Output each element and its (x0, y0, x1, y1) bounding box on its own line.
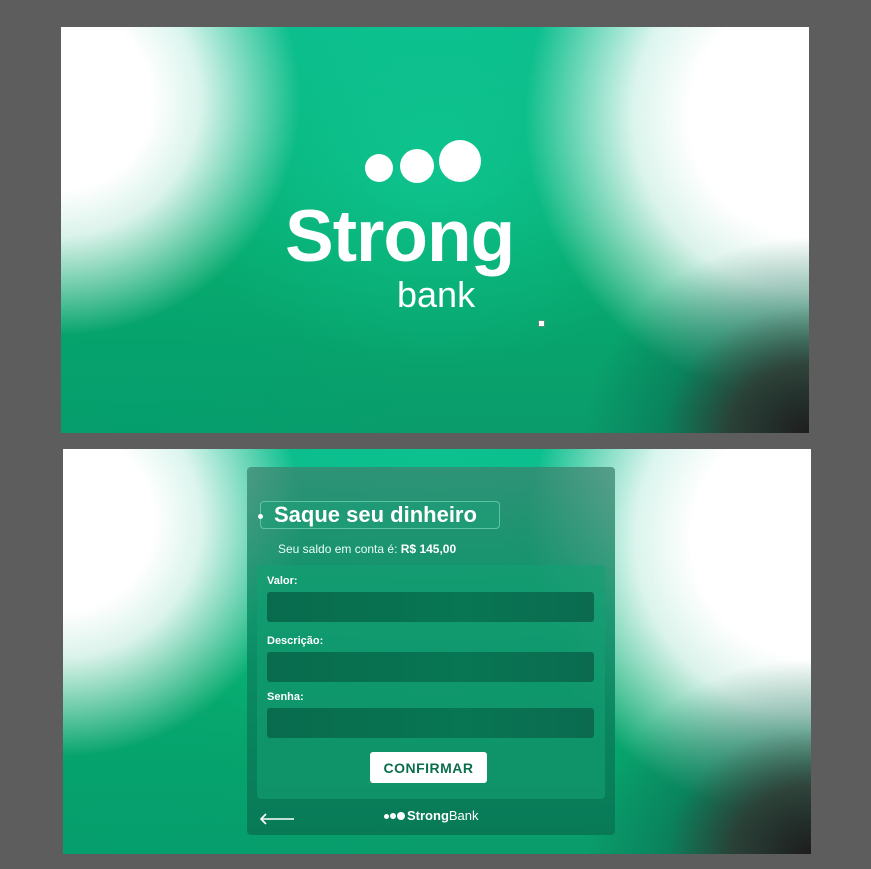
three-dots-logo-icon (365, 140, 481, 184)
balance-info: Seu saldo em conta é: R$ 145,00 (278, 540, 538, 558)
senha-label: Senha: (267, 691, 304, 703)
brand-logo-bank: bank (397, 274, 476, 315)
footer-brand-name: StrongBank (407, 807, 497, 825)
balance-label: Seu saldo em conta é: (278, 542, 398, 556)
valor-input[interactable] (267, 592, 594, 622)
descricao-input[interactable] (267, 652, 594, 682)
small-square-marker (538, 320, 545, 327)
withdraw-form: Valor: Descrição: Senha: CONFIRMAR (257, 565, 605, 799)
arrow-left-icon[interactable] (259, 810, 295, 825)
confirm-button[interactable]: CONFIRMAR (370, 752, 487, 783)
page-title: Saque seu dinheiro (274, 502, 477, 527)
descricao-label: Descrição: (267, 635, 324, 647)
withdraw-screen: Saque seu dinheiro Seu saldo em conta é:… (63, 449, 811, 854)
valor-label: Valor: (267, 575, 298, 587)
splash-screen: Strong bank (61, 27, 809, 433)
three-dots-logo-icon (384, 812, 406, 820)
balance-amount: R$ 145,00 (400, 542, 457, 556)
footer-brand-bank: Bank (448, 808, 479, 823)
bullet-icon (258, 514, 263, 519)
senha-input[interactable] (267, 708, 594, 738)
footer-brand-strong: Strong (407, 808, 449, 823)
withdraw-panel: Saque seu dinheiro Seu saldo em conta é:… (247, 467, 615, 835)
footer-brand-logo: StrongBank (384, 807, 494, 825)
